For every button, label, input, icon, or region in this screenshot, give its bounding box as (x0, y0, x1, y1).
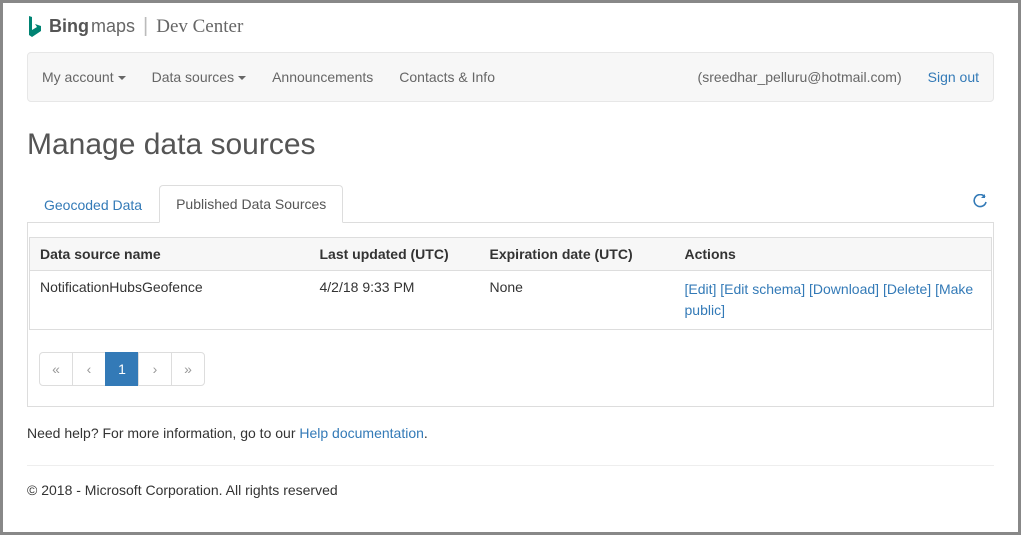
nav-contacts[interactable]: Contacts & Info (399, 69, 495, 85)
action-edit[interactable]: [Edit] (685, 281, 717, 297)
nav-data-sources-label: Data sources (152, 69, 234, 85)
table-row: NotificationHubsGeofence 4/2/18 9:33 PM … (30, 271, 992, 330)
dev-center-label: Dev Center (156, 16, 243, 38)
col-header-expiration: Expiration date (UTC) (480, 238, 675, 271)
page-next[interactable]: › (138, 352, 172, 386)
action-delete[interactable]: [Delete] (883, 281, 931, 297)
cell-updated: 4/2/18 9:33 PM (310, 271, 480, 330)
help-suffix: . (424, 425, 428, 441)
action-edit-schema[interactable]: [Edit schema] (720, 281, 805, 297)
sign-out-link[interactable]: Sign out (928, 69, 979, 85)
action-download[interactable]: [Download] (809, 281, 879, 297)
logo-bing: Bing (49, 16, 89, 37)
cell-actions: [Edit] [Edit schema] [Download] [Delete]… (675, 271, 992, 330)
logo-maps: maps (91, 16, 135, 37)
paginator: « ‹ 1 › » (40, 352, 993, 386)
page-1[interactable]: 1 (105, 352, 139, 386)
logo-bar: Bing maps | Dev Center (27, 15, 994, 38)
cell-name: NotificationHubsGeofence (30, 271, 310, 330)
help-text: Need help? For more information, go to o… (27, 425, 994, 441)
footer-divider (27, 465, 994, 466)
tab-row: Geocoded Data Published Data Sources (27, 184, 994, 223)
cell-expiration: None (480, 271, 675, 330)
col-header-actions: Actions (675, 238, 992, 271)
tab-published-data-sources[interactable]: Published Data Sources (159, 185, 343, 223)
chevron-down-icon (238, 76, 246, 80)
nav-announcements[interactable]: Announcements (272, 69, 373, 85)
page-prev[interactable]: ‹ (72, 352, 106, 386)
data-sources-table: Data source name Last updated (UTC) Expi… (29, 237, 992, 330)
page-title: Manage data sources (27, 128, 994, 162)
col-header-updated: Last updated (UTC) (310, 238, 480, 271)
col-header-name: Data source name (30, 238, 310, 271)
chevron-down-icon (118, 76, 126, 80)
bing-maps-logo[interactable]: Bing maps (27, 16, 135, 38)
help-documentation-link[interactable]: Help documentation (299, 425, 424, 441)
nav-my-account[interactable]: My account (42, 69, 126, 85)
help-prefix: Need help? For more information, go to o… (27, 425, 299, 441)
nav-data-sources[interactable]: Data sources (152, 69, 246, 85)
bing-icon (27, 16, 43, 38)
footer-text: © 2018 - Microsoft Corporation. All righ… (27, 482, 994, 498)
page-first[interactable]: « (39, 352, 73, 386)
logo-separator: | (143, 15, 148, 38)
refresh-icon[interactable] (972, 194, 994, 213)
main-navbar: My account Data sources Announcements Co… (27, 52, 994, 102)
tab-geocoded-data[interactable]: Geocoded Data (27, 186, 159, 223)
nav-user-email: (sreedhar_pelluru@hotmail.com) (698, 69, 902, 85)
nav-my-account-label: My account (42, 69, 114, 85)
data-sources-panel: Data source name Last updated (UTC) Expi… (27, 223, 994, 407)
page-last[interactable]: » (171, 352, 205, 386)
